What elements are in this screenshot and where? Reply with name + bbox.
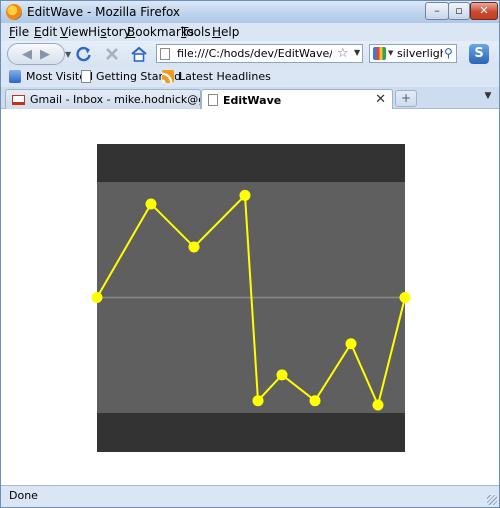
reload-button[interactable] [73,43,95,65]
stop-button[interactable] [101,43,123,65]
tab-gmail-inbox[interactable]: Gmail - Inbox - mike.hodnick@gma... [5,89,201,109]
wave-control-point-3[interactable] [239,189,251,201]
search-engine-dropdown-icon[interactable]: ▼ [388,49,393,57]
navigation-toolbar: ◀ ▶ ▼ file:///C:/hods/dev/EditWave/EditW… [1,41,499,67]
wave-control-point-2[interactable] [188,241,200,253]
search-icon[interactable]: ⚲ [444,46,453,60]
wave-control-point-5[interactable] [276,369,288,381]
google-search-engine-icon[interactable] [373,47,386,60]
back-forward-control: ◀ ▶ [7,43,65,65]
close-tab-icon[interactable]: ✕ [375,92,386,107]
wave-control-point-4[interactable] [252,395,264,407]
bookmark-latest-headlines[interactable]: Latest Headlines [162,70,271,83]
firefox-icon [6,4,22,20]
wave-control-point-9[interactable] [399,292,411,303]
reload-icon [76,46,91,62]
minimize-button[interactable]: – [425,2,449,20]
tab-editwave[interactable]: EditWave ✕ [201,89,393,110]
silverlight-addon-icon[interactable]: S [469,44,489,64]
status-bar: Done [1,485,499,507]
tab-list-dropdown-icon[interactable]: ▼ [481,91,495,105]
wave-control-point-7[interactable] [345,338,357,350]
menu-view[interactable]: View [60,25,88,39]
back-icon[interactable]: ◀ [22,47,32,62]
page-content [1,109,499,485]
address-bar[interactable]: file:///C:/hods/dev/EditWave/EditWa ☆ ▼ [156,44,363,63]
menu-bar: File Edit View History Bookmarks Tools H… [1,23,499,41]
bookmark-star-icon[interactable]: ☆ [337,46,349,61]
new-tab-button[interactable]: + [395,90,417,107]
wave-control-point-0[interactable] [91,292,103,303]
wave-control-point-1[interactable] [145,198,157,210]
rss-icon [162,70,174,83]
url-dropdown-icon[interactable]: ▼ [354,48,360,57]
maximize-button[interactable]: ▫ [448,2,470,20]
resize-grip-icon[interactable] [487,495,497,505]
wave-editor [91,144,411,452]
history-dropdown-icon[interactable]: ▼ [65,50,71,59]
stop-icon [106,48,118,60]
page-icon [160,48,170,60]
gmail-icon [12,94,25,105]
close-button[interactable]: ✕ [470,2,498,20]
most-visited-icon [9,70,21,83]
wave-control-point-8[interactable] [372,399,384,411]
home-button[interactable] [128,43,150,65]
url-text: file:///C:/hods/dev/EditWave/EditWa [177,47,332,60]
menu-file[interactable]: File [9,25,29,39]
menu-tools[interactable]: Tools [181,25,211,39]
forward-icon[interactable]: ▶ [40,47,50,62]
status-text: Done [9,489,38,502]
page-icon [208,94,218,106]
bookmarks-toolbar: Most Visited Getting Started Latest Head… [1,67,499,87]
browser-window: EditWave - Mozilla Firefox – ▫ ✕ File Ed… [0,0,500,508]
home-icon [131,46,147,62]
menu-history[interactable]: History [88,25,131,39]
menu-edit[interactable]: Edit [34,25,57,39]
title-bar: EditWave - Mozilla Firefox – ▫ ✕ [1,1,499,23]
window-title: EditWave - Mozilla Firefox [27,5,181,19]
tab-strip: Gmail - Inbox - mike.hodnick@gma... Edit… [1,87,499,110]
search-bar[interactable]: ▼ silverlight p ⚲ [369,44,457,63]
search-input[interactable]: silverlight p [397,47,443,60]
wave-control-point-6[interactable] [309,395,321,407]
menu-help[interactable]: Help [212,25,239,39]
page-icon [81,70,91,83]
